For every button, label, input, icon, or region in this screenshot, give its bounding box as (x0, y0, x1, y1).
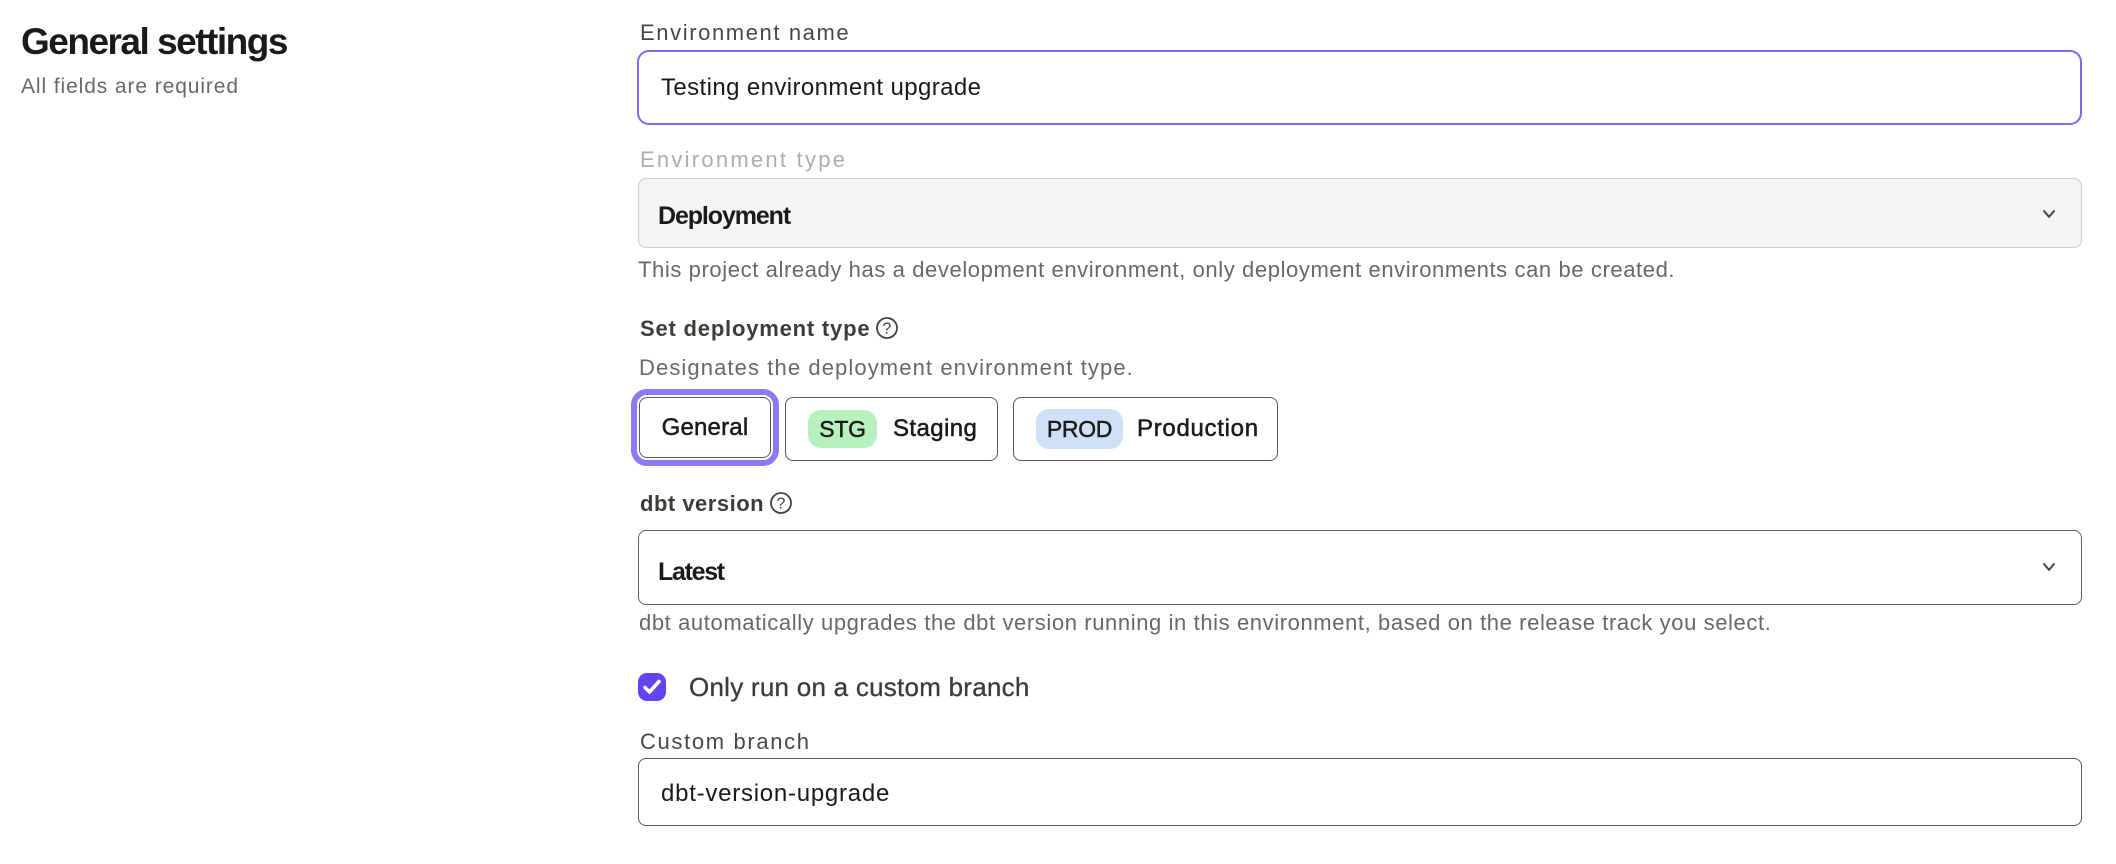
svg-text:?: ? (777, 496, 786, 513)
svg-text:?: ? (883, 321, 892, 338)
